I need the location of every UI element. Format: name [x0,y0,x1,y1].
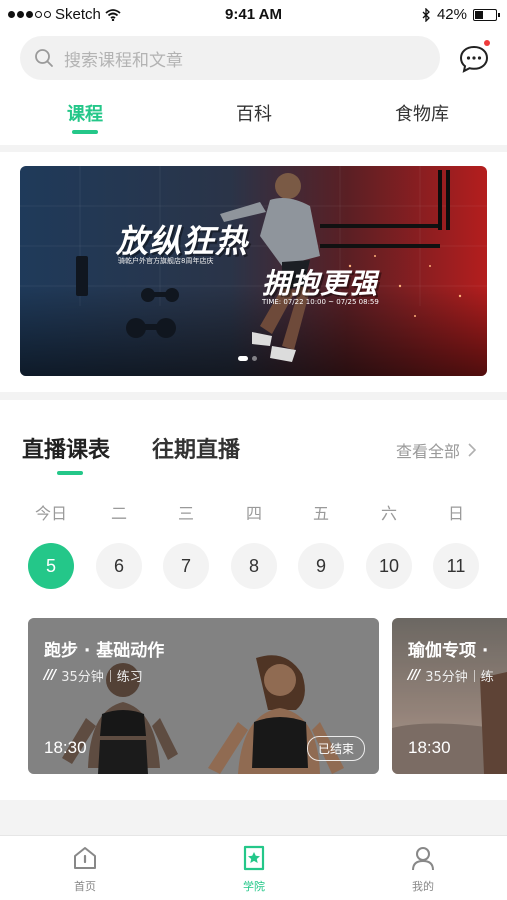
tab-past-live[interactable]: 往期直播 [152,432,240,464]
bluetooth-icon [422,7,430,22]
battery-icon [473,8,500,21]
meta-divider [473,669,475,682]
weekday-label: 日 [447,504,464,523]
search-input[interactable]: 搜索课程和文章 [20,36,440,80]
date-picker: 5 6 7 8 9 10 11 [0,543,507,591]
nav-academy-label: 学院 [243,880,265,893]
weekday-row: 今日 二 三 四 五 六 日 [0,500,507,524]
weekday-label: 二 [110,504,127,523]
date-option[interactable]: 8 [231,543,277,589]
message-icon[interactable] [458,44,490,74]
date-option[interactable]: 7 [163,543,209,589]
top-header: 搜索课程和文章 课程 百科 食物库 [0,30,507,145]
course-meta: /// 35分钟 练 [408,666,494,685]
date-option[interactable]: 11 [433,543,479,589]
course-duration: 35分钟 [425,670,468,685]
course-time: 18:30 [44,738,87,757]
nav-home-label: 首页 [74,880,96,893]
pager-dot [252,356,257,361]
intensity-icon: /// [408,668,420,683]
course-card[interactable]: 跑步 · 基础动作 /// 35分钟 练习 18:30 已结束 [28,618,379,774]
weekday-label: 今日 [34,504,67,523]
banner-subtitle: 骑乾户外官方旗舰店8周年店庆 [118,257,214,265]
date-option-selected[interactable]: 5 [28,543,74,589]
banner-title-2: 拥抱更强 [262,267,379,300]
home-icon [74,847,96,869]
tab-courses[interactable]: 课程 [25,100,145,126]
date-option[interactable]: 10 [366,543,412,589]
weekday-label: 六 [380,504,397,523]
course-type: 练习 [116,670,143,685]
course-time: 18:30 [408,738,451,757]
live-schedule-section: 直播课表 往期直播 查看全部 今日 二 三 四 五 六 日 5 6 7 8 9 … [0,400,507,800]
banner-section: 放纵狂热 骑乾户外官方旗舰店8周年店庆 拥抱更强 TIME: 07/22 10:… [0,152,507,392]
date-option[interactable]: 6 [96,543,142,589]
view-all-link[interactable]: 查看全部 [396,438,477,462]
course-duration: 35分钟 [61,670,104,685]
chevron-right-icon [468,443,477,457]
nav-academy[interactable]: 学院 [219,844,289,894]
battery-percent: 42% [436,6,467,23]
section-tab-indicator [57,471,83,475]
intensity-icon: /// [44,668,56,683]
search-placeholder: 搜索课程和文章 [64,50,183,71]
promo-banner[interactable]: 放纵狂热 骑乾户外官方旗舰店8周年店庆 拥抱更强 TIME: 07/22 10:… [20,166,487,376]
course-card[interactable]: 瑜伽专项 · /// 35分钟 练 18:30 [392,618,507,774]
view-all-label: 查看全部 [396,442,461,461]
date-option[interactable]: 9 [298,543,344,589]
tab-encyclopedia[interactable]: 百科 [194,100,314,126]
banner-pager [238,356,257,361]
notification-dot [484,40,490,46]
weekday-label: 五 [312,504,329,523]
nav-profile[interactable]: 我的 [388,844,458,894]
bottom-navigation: 首页 学院 我的 [0,835,507,900]
nav-home[interactable]: 首页 [50,844,120,894]
battery-info: 42% [422,6,500,23]
active-tab-indicator [72,130,98,134]
search-icon [35,49,53,67]
weekday-label: 三 [177,504,194,523]
banner-image [20,166,487,376]
course-title: 瑜伽专项 · [408,641,489,661]
banner-time: TIME: 07/22 10:00 ~ 07/25 08:59 [262,298,379,306]
nav-profile-label: 我的 [412,880,434,893]
meta-divider [109,669,111,682]
course-status-badge: 已结束 [306,736,365,761]
course-title: 跑步 · 基础动作 [44,641,165,661]
tab-live-schedule[interactable]: 直播课表 [22,432,110,464]
weekday-label: 四 [245,504,262,523]
course-meta: /// 35分钟 练习 [44,666,143,685]
status-bar: Sketch 9:41 AM 42% [0,0,507,30]
pager-dot-active [238,356,248,361]
profile-icon [412,847,434,871]
tab-food-library[interactable]: 食物库 [362,100,482,126]
academy-icon [243,845,265,871]
course-type: 练 [480,670,494,685]
